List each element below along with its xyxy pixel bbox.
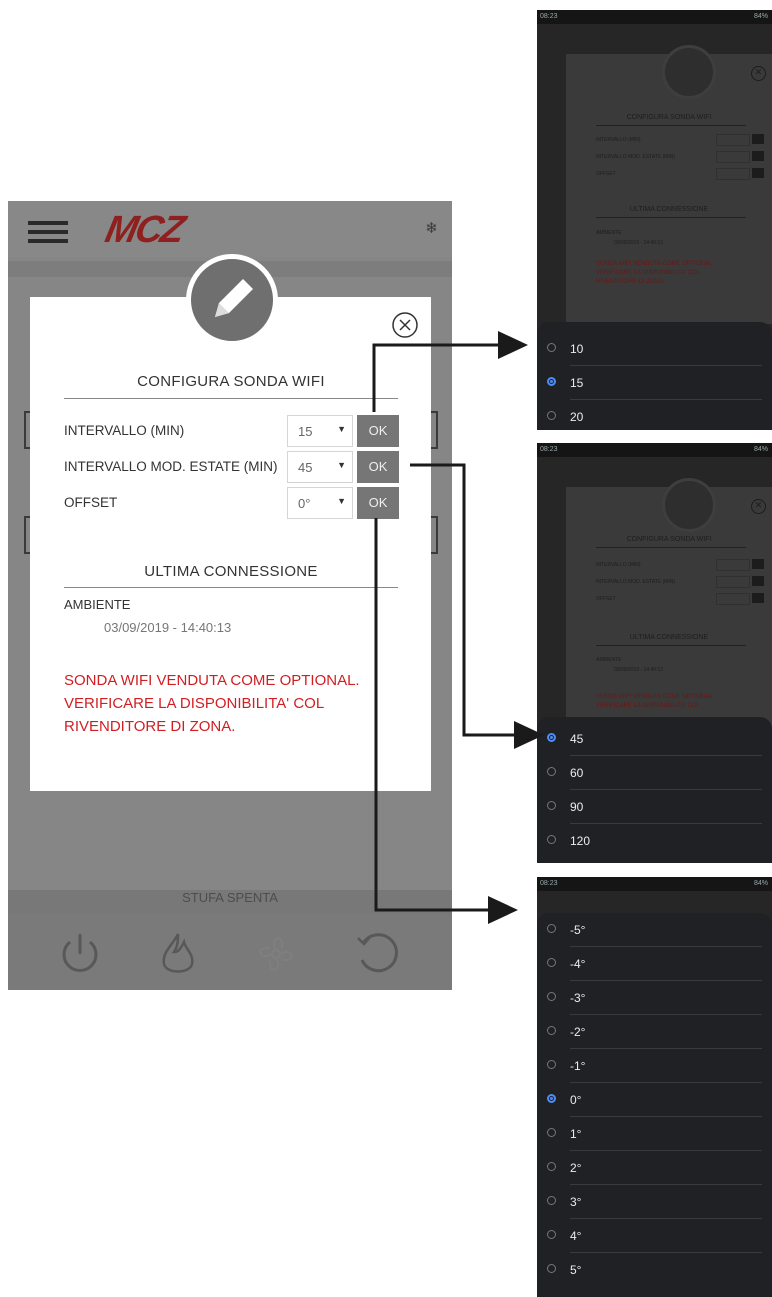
connector-arrows [372,331,544,924]
arrow-summer-interval [410,463,518,737]
arrowhead [488,896,518,924]
arrowhead [514,721,544,749]
arrow-interval [372,343,502,412]
arrow-offset [374,518,492,912]
arrowhead [498,331,528,359]
